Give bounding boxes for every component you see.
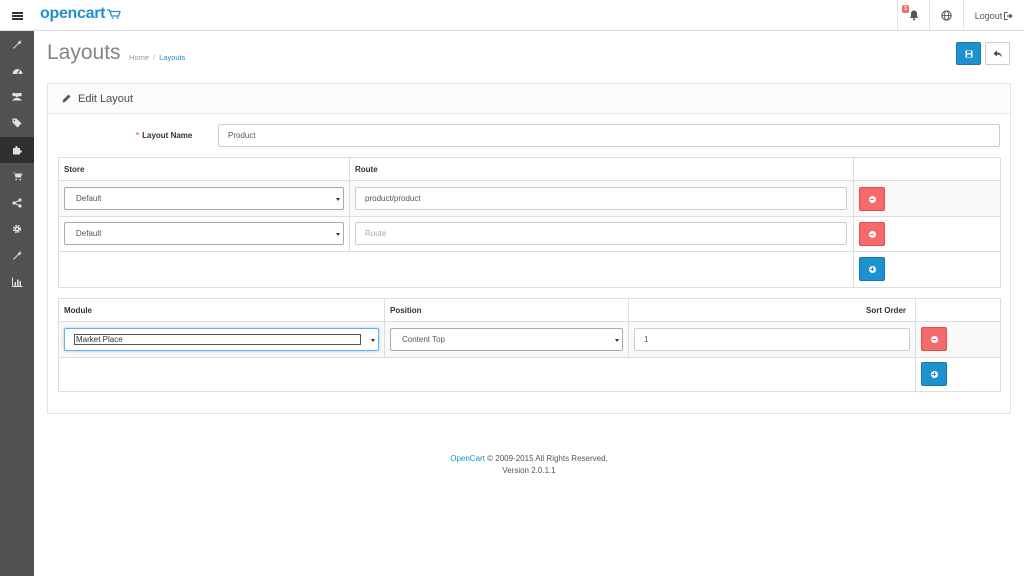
dashboard-icon [12, 69, 22, 75]
sidebar-item-marketing[interactable] [0, 110, 34, 136]
panel-heading: Edit Layout [48, 84, 1010, 114]
store-front-button[interactable] [929, 0, 963, 31]
module-select-value: Market Place [74, 334, 361, 345]
sidebar-item-dashboard[interactable] [0, 57, 34, 83]
column-header-module: Module [64, 306, 92, 315]
panel-heading-text: Edit Layout [78, 92, 134, 105]
notification-badge: 1 [902, 5, 910, 13]
reply-icon [993, 50, 1002, 57]
route-input[interactable]: Route [355, 222, 847, 245]
sort-order-value: 1 [644, 335, 649, 344]
remove-route-button[interactable] [859, 222, 885, 246]
plus-circle-icon [868, 265, 876, 273]
breadcrumb-layouts[interactable]: Layouts [159, 53, 185, 62]
layout-name-input[interactable]: Product [218, 124, 1000, 147]
top-header: opencart 1 Logout [0, 0, 1024, 31]
minus-circle-icon [868, 230, 876, 238]
chevron-down-icon [371, 338, 375, 342]
sidebar-item-reports[interactable] [0, 269, 34, 295]
store-select[interactable]: Default [64, 222, 344, 245]
puzzle-icon [13, 145, 22, 155]
floppy-disk-icon [965, 50, 972, 57]
sort-order-input[interactable]: 1 [634, 328, 910, 351]
version-text: Version 2.0.1.1 [502, 466, 556, 475]
logout-label: Logout [974, 10, 1003, 21]
column-header-sort-order: Sort Order [866, 306, 907, 315]
route-input[interactable]: product/product [355, 187, 847, 210]
remove-module-button[interactable] [921, 327, 947, 351]
chevron-down-icon [615, 338, 619, 342]
position-select-value: Content Top [402, 335, 445, 344]
sidebar-item-system[interactable] [0, 216, 34, 242]
column-header-position: Position [390, 306, 422, 315]
bar-chart-icon [11, 277, 22, 287]
plus-circle-icon [930, 370, 938, 378]
sidebar-item-extensions[interactable] [0, 136, 34, 163]
copyright-text: © 2009-2015 All Rights Reserved. [487, 454, 608, 463]
users-icon [12, 93, 22, 101]
layout-name-label: * Layout Name [136, 131, 193, 140]
breadcrumb: Home / Layouts [129, 53, 186, 62]
route-input-value: product/product [365, 194, 421, 203]
sidebar-item-customers[interactable] [0, 84, 34, 110]
column-header-route: Route [355, 165, 378, 174]
menu-toggle-button[interactable] [0, 0, 34, 31]
breadcrumb-home[interactable]: Home [129, 53, 149, 62]
route-input-placeholder: Route [365, 229, 387, 238]
globe-icon [941, 10, 952, 21]
cart-logo-icon [107, 9, 122, 19]
footer-copyright-line: OpenCart © 2009-2015 All Rights Reserved… [34, 453, 1024, 465]
store-select[interactable]: Default [64, 187, 344, 210]
column-header-store: Store [64, 165, 85, 174]
store-select-value: Default [76, 229, 102, 238]
bell-icon [909, 10, 918, 21]
sidebar-nav [0, 31, 34, 576]
sidebar-item-marketplace[interactable] [0, 189, 34, 215]
add-module-button[interactable] [921, 362, 947, 386]
cart-icon [12, 172, 22, 181]
module-select[interactable]: Market Place [64, 328, 379, 351]
position-select[interactable]: Content Top [390, 328, 623, 351]
store-select-value: Default [76, 194, 102, 203]
opencart-logo[interactable]: opencart [40, 5, 122, 23]
main-content: Layouts Home / Layouts Edit Layout * Layout… [34, 31, 1024, 576]
sidebar-item-tools[interactable] [0, 242, 34, 268]
minus-circle-icon [930, 335, 938, 343]
minus-circle-icon [868, 195, 876, 203]
sidebar-item-catalog[interactable] [0, 31, 34, 57]
brand-text: opencart [40, 5, 106, 22]
menu-bars-icon [11, 11, 23, 20]
opencart-link[interactable]: OpenCart [450, 454, 485, 463]
save-button[interactable] [956, 42, 981, 65]
edit-layout-panel: Edit Layout * Layout Name Product Store R… [47, 83, 1011, 414]
add-route-button[interactable] [859, 257, 885, 281]
share-icon [12, 197, 22, 208]
layout-name-value: Product [228, 131, 256, 140]
tags-icon [12, 118, 21, 128]
wrench-icon [13, 251, 22, 261]
sidebar-item-sales[interactable] [0, 163, 34, 189]
sign-out-icon [1004, 11, 1013, 20]
remove-route-button[interactable] [859, 187, 885, 211]
back-button[interactable] [985, 42, 1010, 65]
wrench-icon [13, 39, 22, 49]
gear-icon [12, 224, 22, 234]
chevron-down-icon [336, 197, 340, 201]
logout-button[interactable]: Logout [963, 0, 1024, 31]
pencil-icon [62, 94, 71, 103]
chevron-down-icon [336, 232, 340, 236]
footer: OpenCart © 2009-2015 All Rights Reserved… [34, 453, 1024, 477]
page-title: Layouts [47, 41, 121, 64]
